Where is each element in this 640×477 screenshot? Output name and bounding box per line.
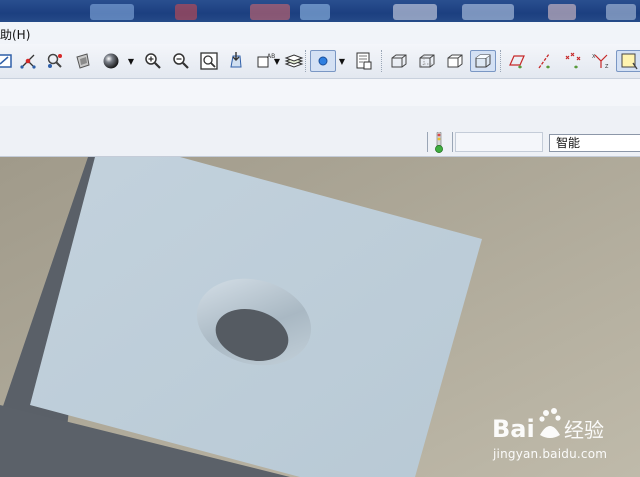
menu-bar: 助(H) bbox=[0, 22, 640, 45]
desktop-background-strip bbox=[0, 0, 640, 22]
shaded-icon[interactable] bbox=[470, 50, 496, 72]
toolbar-separator bbox=[381, 50, 383, 72]
zoom-out-icon[interactable] bbox=[170, 50, 192, 72]
display-style-icon[interactable] bbox=[310, 50, 336, 72]
search-tool-icon[interactable] bbox=[44, 50, 66, 72]
toolbar-separator bbox=[305, 50, 307, 72]
status-message-field bbox=[455, 132, 543, 152]
graphics-viewport[interactable]: Bai 经验 jingyan.baidu.com bbox=[0, 157, 640, 477]
appearance-sphere-icon[interactable] bbox=[100, 50, 122, 72]
toolbar-separator bbox=[500, 50, 502, 72]
hidden-line-icon[interactable] bbox=[416, 50, 438, 72]
reorient-icon[interactable] bbox=[225, 50, 247, 72]
main-toolbar: ▼ AB ▼ ▼ XZ bbox=[0, 44, 640, 79]
sketch-icon[interactable] bbox=[0, 50, 16, 72]
view-manager-icon[interactable] bbox=[353, 50, 375, 72]
status-separator bbox=[427, 132, 428, 152]
svg-text:Bai: Bai bbox=[492, 415, 535, 443]
status-separator bbox=[452, 132, 453, 152]
refit-icon[interactable] bbox=[198, 50, 220, 72]
selection-filter-dropdown[interactable]: 智能 bbox=[549, 134, 640, 152]
csys-display-icon[interactable]: XZ bbox=[590, 50, 612, 72]
appearance-dropdown-arrow[interactable]: ▼ bbox=[126, 50, 136, 72]
menu-help[interactable]: 助(H) bbox=[0, 26, 30, 43]
no-hidden-icon[interactable] bbox=[444, 50, 466, 72]
datum-point-display-icon[interactable] bbox=[562, 50, 584, 72]
baidu-watermark-logo: Bai 经验 bbox=[492, 408, 604, 443]
wireframe-icon[interactable] bbox=[388, 50, 410, 72]
spin-center-icon[interactable] bbox=[616, 50, 640, 72]
svg-text:X: X bbox=[592, 54, 596, 60]
baidu-watermark-url: jingyan.baidu.com bbox=[493, 447, 608, 461]
layers-icon[interactable] bbox=[283, 50, 305, 72]
zoom-in-icon[interactable] bbox=[142, 50, 164, 72]
datum-point-icon[interactable] bbox=[17, 50, 39, 72]
toolbar-blank-area bbox=[0, 79, 640, 106]
datum-plane-icon[interactable] bbox=[506, 50, 528, 72]
datum-axis-icon[interactable] bbox=[534, 50, 556, 72]
status-bar: 智能 bbox=[0, 106, 640, 157]
named-view-dropdown-arrow[interactable]: ▼ bbox=[272, 50, 282, 72]
shading-icon[interactable] bbox=[72, 50, 94, 72]
svg-text:Z: Z bbox=[605, 64, 609, 70]
regeneration-status-icon[interactable] bbox=[433, 131, 445, 154]
display-style-dropdown-arrow[interactable]: ▼ bbox=[337, 50, 347, 72]
svg-text:经验: 经验 bbox=[564, 418, 604, 442]
